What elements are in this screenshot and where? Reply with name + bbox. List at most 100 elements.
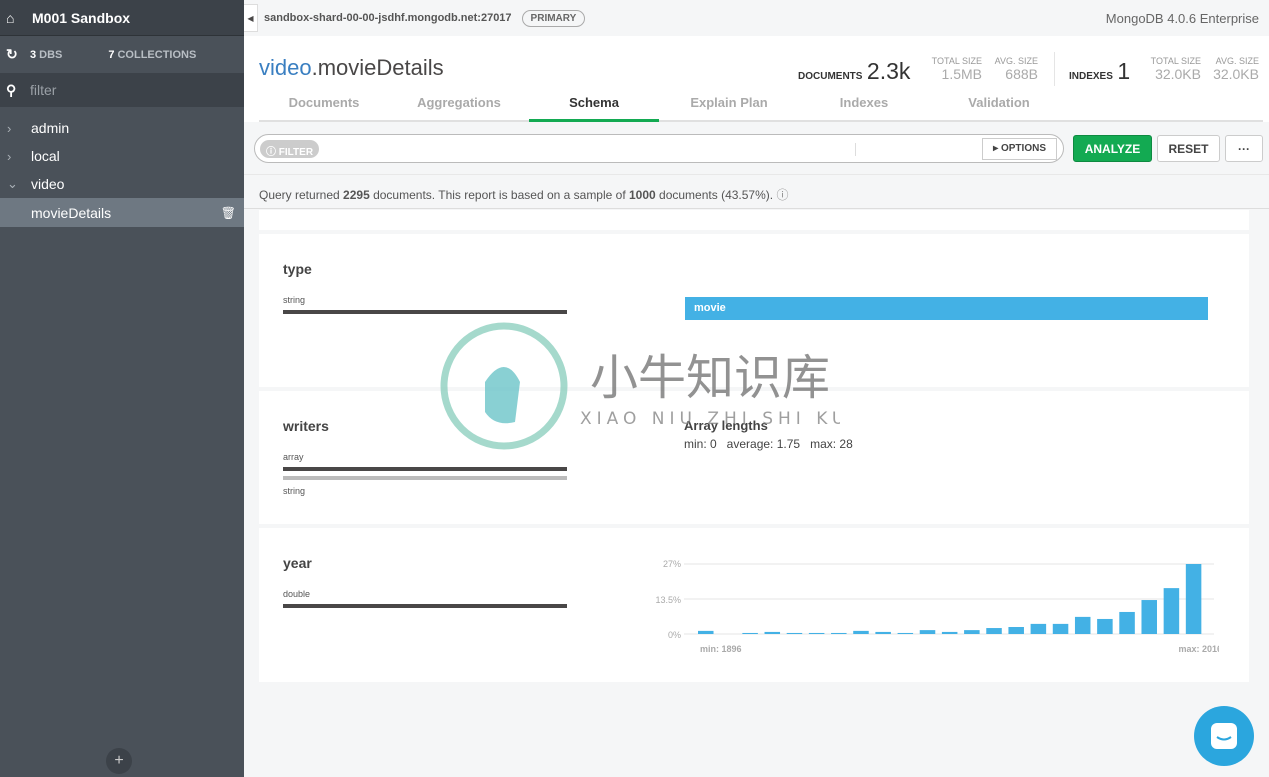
field-name: year — [283, 555, 312, 571]
indexes-avg-size: AVG. SIZE 32.0KB — [1206, 56, 1259, 82]
filter-input[interactable]: ⓘ FILTER ▸ OPTIONS — [254, 134, 1064, 163]
tab-documents[interactable]: Documents — [259, 95, 389, 110]
indexes-stat: INDEXES 1 — [1069, 58, 1130, 85]
histogram-bar[interactable] — [941, 631, 958, 634]
indexes-label: INDEXES — [1069, 71, 1113, 82]
filter-label-text: FILTER — [278, 147, 314, 158]
schema-field-writers: writers array string Array lengths min: … — [259, 391, 1249, 524]
histogram-bar[interactable] — [964, 630, 980, 634]
field-name: type — [283, 261, 312, 277]
sidebar-db-video[interactable]: ⌄ video — [0, 170, 244, 198]
value: 32.0KB — [1155, 66, 1201, 82]
status-text: documents (43.57%). — [655, 188, 774, 202]
sidebar-collection-moviedetails[interactable]: movieDetails 🗑 — [0, 198, 244, 227]
histogram-bar[interactable] — [853, 630, 869, 634]
y-tick-label: 13.5% — [655, 595, 681, 605]
more-options-button[interactable]: ··· — [1225, 135, 1263, 162]
type-distribution-bar-array[interactable] — [283, 467, 567, 471]
sampled-count: 1000 — [629, 188, 656, 202]
chat-support-button[interactable] — [1194, 706, 1254, 766]
field-type-label: string — [283, 486, 306, 496]
sidebar: ⌂ M001 Sandbox ↻ 3 DBS 7 COLLECTIONS ⚲ filte… — [0, 0, 244, 777]
schema-field-partial — [259, 210, 1249, 230]
histogram-bar[interactable] — [1141, 600, 1157, 634]
collections-count: 7 — [108, 48, 115, 61]
tab-schema[interactable]: Schema — [529, 95, 659, 110]
dbs-label: DBS — [39, 48, 63, 61]
indexes-count: 1 — [1117, 58, 1131, 84]
options-button[interactable]: ▸ OPTIONS — [982, 138, 1057, 160]
divider — [855, 143, 856, 156]
histogram-bar[interactable] — [786, 632, 803, 634]
instance-name: M001 Sandbox — [32, 9, 131, 26]
chevron-down-icon: ⌄ — [7, 176, 18, 191]
histogram-bar[interactable] — [1163, 588, 1180, 634]
sidebar-filter[interactable]: ⚲ filter — [0, 73, 244, 107]
db-label: local — [31, 148, 60, 164]
year-histogram: 27% 13.5% 0% min: 1896 max: 2016 — [655, 559, 1219, 653]
array-lengths-title: Array lengths — [684, 418, 768, 433]
reset-button[interactable]: RESET — [1157, 135, 1220, 162]
topbar: ◀ sandbox-shard-00-00-jsdhf.mongodb.net:… — [244, 0, 1269, 36]
collapse-sidebar-button[interactable]: ◀ — [244, 4, 258, 32]
x-max-label: max: 2016 — [1178, 644, 1219, 653]
histogram-bar[interactable] — [808, 632, 825, 634]
indexes-total-size: TOTAL SIZE 32.0KB — [1139, 56, 1201, 82]
histogram-bar[interactable] — [875, 631, 891, 634]
histogram-bar[interactable] — [1097, 618, 1113, 634]
analyze-button[interactable]: ANALYZE — [1073, 135, 1152, 162]
chevron-right-icon: › — [7, 148, 12, 164]
y-tick-label: 27% — [663, 559, 681, 569]
filter-input[interactable]: filter — [30, 82, 56, 98]
instance-stats: ↻ 3 DBS 7 COLLECTIONS — [0, 36, 244, 73]
histogram-bar[interactable] — [764, 631, 781, 634]
value: 1.5MB — [941, 66, 982, 82]
schema-field-type: type string movie — [259, 234, 1249, 387]
page-title: video.movieDetails — [259, 55, 444, 81]
histogram-bar[interactable] — [1074, 616, 1091, 634]
histogram-bar[interactable] — [831, 632, 847, 634]
status-text: Query returned — [259, 188, 344, 202]
histogram-bar[interactable] — [742, 632, 758, 634]
refresh-icon[interactable]: ↻ — [6, 46, 30, 63]
tab-explain-plan[interactable]: Explain Plan — [664, 95, 794, 110]
label: TOTAL SIZE — [1150, 56, 1201, 66]
sidebar-header[interactable]: ⌂ M001 Sandbox — [0, 0, 244, 36]
histogram-bar[interactable] — [897, 632, 914, 634]
histogram-bar[interactable] — [1030, 623, 1047, 634]
dbs-count: 3 — [30, 48, 37, 61]
documents-avg-size: AVG. SIZE 688B — [988, 56, 1038, 82]
histogram-bar[interactable] — [1008, 627, 1024, 634]
sidebar-db-admin[interactable]: › admin — [0, 114, 244, 142]
histogram-bar[interactable] — [1119, 611, 1135, 634]
documents-stat: DOCUMENTS 2.3k — [798, 58, 910, 85]
type-distribution-bar-string[interactable] — [283, 476, 567, 480]
tab-validation[interactable]: Validation — [934, 95, 1064, 110]
sample-status: Query returned 2295 documents. This repo… — [244, 174, 1269, 209]
histogram-bar[interactable] — [1185, 564, 1202, 634]
type-distribution-bar[interactable] — [283, 310, 567, 314]
home-icon: ⌂ — [6, 9, 15, 26]
tab-indexes[interactable]: Indexes — [799, 95, 929, 110]
sidebar-db-local[interactable]: › local — [0, 142, 244, 170]
histogram-bar[interactable] — [1052, 623, 1069, 634]
histogram-bar[interactable] — [986, 628, 1002, 634]
tab-aggregations[interactable]: Aggregations — [394, 95, 524, 110]
type-distribution-bar[interactable] — [283, 604, 567, 608]
db-name-link[interactable]: video — [259, 55, 312, 80]
histogram-bar[interactable] — [919, 630, 936, 634]
info-icon[interactable]: ⓘ — [776, 188, 788, 202]
value-bar[interactable]: movie — [685, 297, 1208, 320]
value: 688B — [1005, 66, 1038, 82]
search-icon: ⚲ — [6, 81, 17, 98]
value: 32.0KB — [1213, 66, 1259, 82]
filter-label: ⓘ FILTER — [260, 140, 320, 158]
label: AVG. SIZE — [994, 56, 1038, 66]
documents-label: DOCUMENTS — [798, 71, 863, 82]
add-database-button[interactable]: + — [106, 748, 132, 774]
trash-icon[interactable]: 🗑 — [221, 206, 236, 220]
field-name: writers — [283, 418, 329, 434]
status-text: documents. This report is based on a sam… — [369, 188, 629, 202]
collection-header: video.movieDetails DOCUMENTS 2.3k TOTAL … — [244, 36, 1269, 123]
histogram-bar[interactable] — [698, 630, 714, 634]
